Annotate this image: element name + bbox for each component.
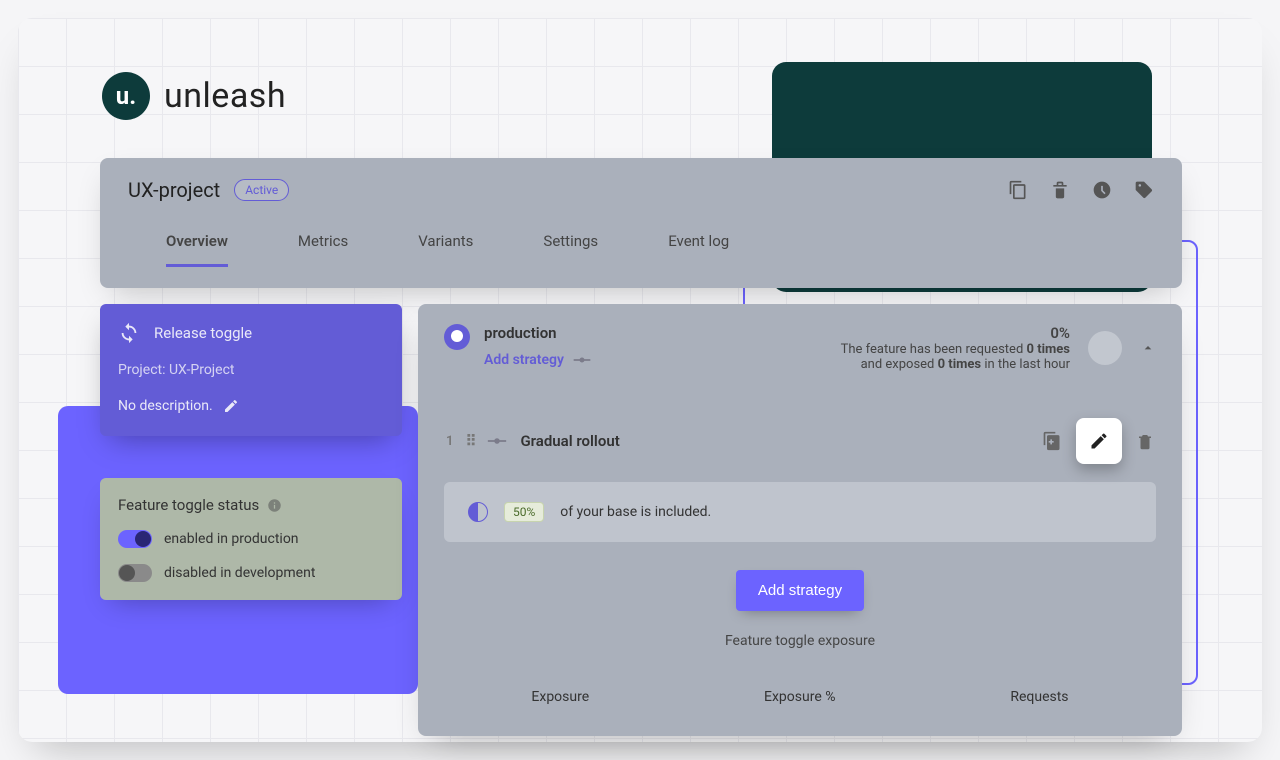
development-status-label: disabled in development	[164, 565, 315, 581]
no-description-text: No description.	[118, 398, 213, 414]
exposure-columns: Exposure Exposure % Requests	[444, 689, 1156, 705]
status-heading: Feature toggle status	[118, 496, 259, 514]
edit-description-icon[interactable]	[223, 398, 239, 414]
tab-overview[interactable]: Overview	[166, 232, 228, 267]
exposure-percent: 0%	[841, 324, 1070, 342]
copy-icon[interactable]	[1008, 180, 1028, 200]
tab-event-log[interactable]: Event log	[668, 232, 729, 267]
brand: u. unleash	[102, 72, 286, 120]
delete-strategy-icon[interactable]	[1136, 432, 1154, 450]
col-exposure-percent: Exposure %	[764, 689, 835, 705]
project-label: Project: UX-Project	[118, 362, 384, 378]
edit-strategy-button[interactable]	[1076, 418, 1122, 464]
drag-handle-icon[interactable]: ⠿	[465, 432, 474, 450]
strategy-name: Gradual rollout	[520, 432, 619, 450]
strategy-index: 1	[446, 434, 453, 449]
environment-card: production Add strategy 0% The feature h…	[418, 304, 1182, 736]
env-status-row-development: disabled in development	[118, 564, 384, 582]
add-strategy-button[interactable]: Add strategy	[736, 570, 864, 611]
header-action-icons	[1008, 180, 1154, 200]
col-exposure: Exposure	[531, 689, 589, 705]
brand-name: unleash	[164, 76, 286, 116]
tab-metrics[interactable]: Metrics	[298, 232, 348, 267]
info-icon[interactable]	[267, 498, 282, 513]
env-stats: 0% The feature has been requested 0 time…	[841, 324, 1070, 372]
env-status-row-production: enabled in production	[118, 530, 384, 548]
tab-bar: Overview Metrics Variants Settings Event…	[128, 232, 1154, 267]
collapse-chevron-icon[interactable]	[1140, 340, 1156, 356]
history-icon[interactable]	[1092, 180, 1112, 200]
exposure-sparkline-placeholder	[1088, 331, 1122, 365]
refresh-icon	[118, 322, 140, 344]
rollout-summary: 50% of your base is included.	[444, 482, 1156, 542]
production-toggle[interactable]	[118, 530, 152, 548]
rollout-gauge-icon	[468, 502, 488, 522]
toggle-type-label: Release toggle	[154, 324, 252, 342]
page-canvas: u. unleash UX-project Active	[18, 18, 1262, 742]
exposure-heading: Feature toggle exposure	[444, 633, 1156, 649]
status-badge: Active	[234, 179, 289, 201]
rollout-text: of your base is included.	[560, 504, 711, 520]
tag-icon[interactable]	[1134, 180, 1154, 200]
cloud-icon	[444, 324, 470, 350]
project-header-card: UX-project Active Overview Metri	[100, 158, 1182, 288]
tab-variants[interactable]: Variants	[418, 232, 473, 267]
col-requests: Requests	[1010, 689, 1068, 705]
project-title: UX-project	[128, 178, 220, 202]
rollout-percent-chip: 50%	[504, 502, 544, 522]
strategy-type-icon	[486, 436, 508, 446]
archive-icon[interactable]	[1050, 180, 1070, 200]
duplicate-strategy-icon[interactable]	[1042, 431, 1062, 451]
environment-name: production	[484, 324, 592, 342]
brand-logo-icon: u.	[102, 72, 150, 120]
toggle-info-card: Release toggle Project: UX-Project No de…	[100, 304, 402, 436]
tab-settings[interactable]: Settings	[543, 232, 598, 267]
development-toggle[interactable]	[118, 564, 152, 582]
production-status-label: enabled in production	[164, 531, 299, 547]
feature-toggle-status-card: Feature toggle status enabled in product…	[100, 478, 402, 600]
strategy-row: 1 ⠿ Gradual rollout	[444, 414, 1156, 542]
add-strategy-link[interactable]: Add strategy	[484, 352, 592, 368]
